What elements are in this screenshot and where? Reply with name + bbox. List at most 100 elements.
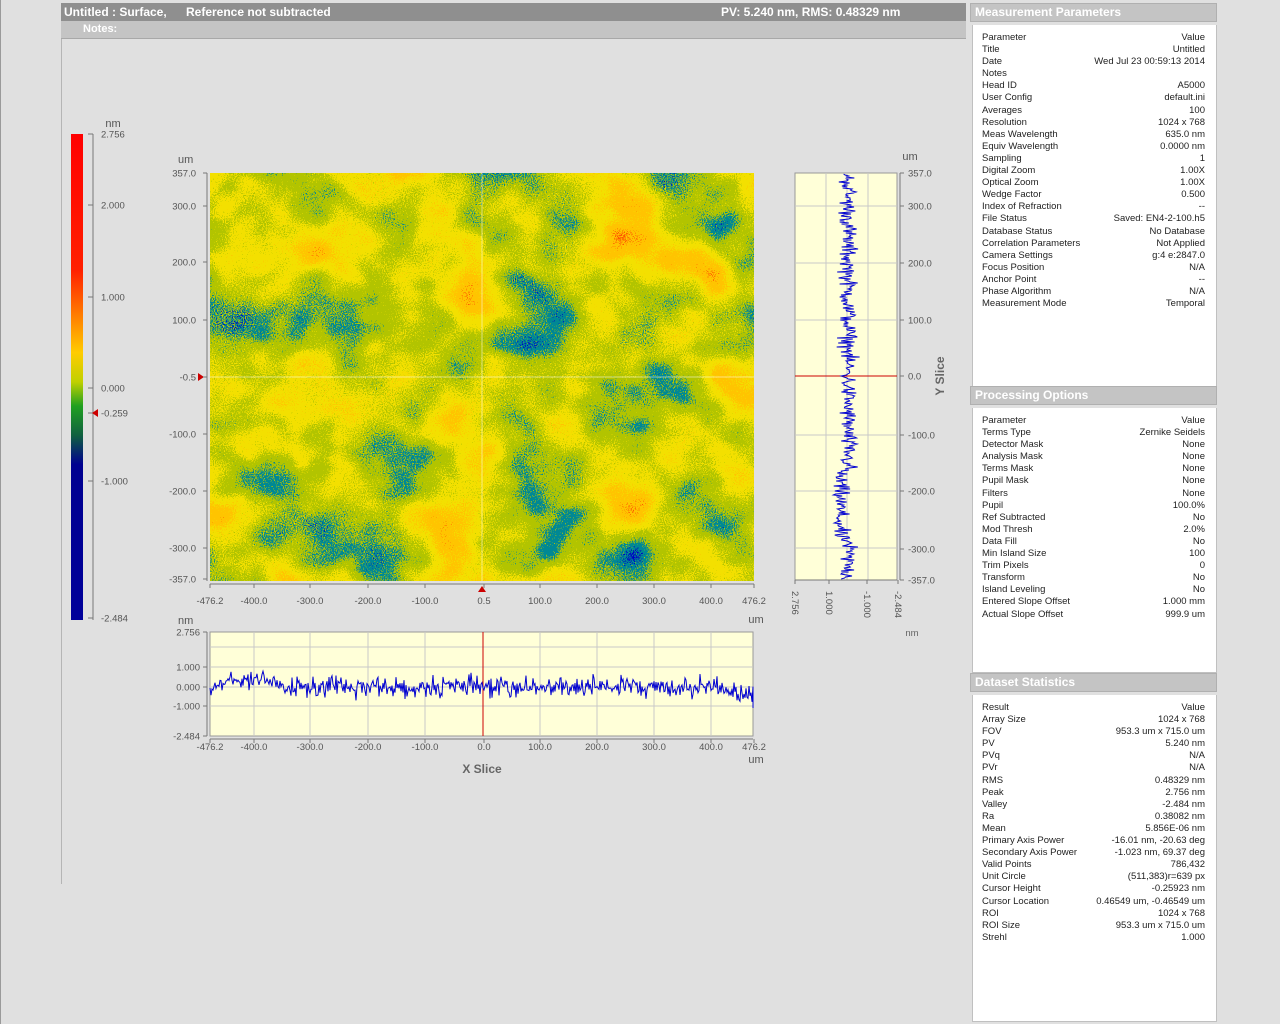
- table-row[interactable]: Date Wed Jul 23 00:59:13 2014: [973, 56, 1216, 68]
- table-row[interactable]: Camera Settings g:4 e:2847.0: [973, 250, 1216, 262]
- processing-options-table[interactable]: Parameter Value Terms Type Zernike Seidel…: [972, 408, 1217, 673]
- measurement-parameters-table[interactable]: Parameter Value Title Untitled Date Wed Jul…: [972, 25, 1217, 388]
- row-parameter: Min Island Size: [982, 548, 1047, 560]
- row-value: None: [1182, 451, 1205, 463]
- table-row[interactable]: Wedge Factor 0.500: [973, 189, 1216, 201]
- table-row[interactable]: Database Status No Database: [973, 226, 1216, 238]
- table-row[interactable]: Min Island Size 100: [973, 548, 1216, 560]
- row-value: N/A: [1189, 261, 1205, 273]
- row-value: Saved: EN4-2-100.h5: [1113, 213, 1205, 225]
- map-y-tick-label: 100.0: [172, 316, 196, 327]
- yslice-value-tick-label: 2.756: [789, 591, 800, 615]
- table-row[interactable]: Detector Mask None: [973, 439, 1216, 451]
- row-value: Zernike Seidels: [1139, 427, 1205, 439]
- row-value: 635.0 nm: [1165, 128, 1205, 140]
- table-row[interactable]: Island Leveling No: [973, 584, 1216, 596]
- table-row[interactable]: Index of Refraction --: [973, 201, 1216, 213]
- row-value: No: [1192, 535, 1205, 547]
- table-row[interactable]: Filters None: [973, 488, 1216, 500]
- row-value: 5.240 nm: [1165, 738, 1205, 750]
- table-row[interactable]: RMS 0.48329 nm: [973, 775, 1216, 787]
- table-row[interactable]: Notes: [973, 68, 1216, 80]
- yslice-y-tick-label: -200.0: [908, 487, 935, 498]
- yslice-value-tick-label: -2.484: [892, 591, 903, 618]
- xslice-unit-bottom-right: um: [748, 754, 763, 766]
- table-row[interactable]: FOV 953.3 um x 715.0 um: [973, 726, 1216, 738]
- table-row[interactable]: Terms Mask None: [973, 463, 1216, 475]
- table-row[interactable]: ROI 1024 x 768: [973, 908, 1216, 920]
- table-row[interactable]: PVq N/A: [973, 750, 1216, 762]
- xslice-x-tick-label: -300.0: [297, 742, 324, 753]
- row-value: 1024 x 768: [1157, 907, 1205, 919]
- xslice-value-tick-label: 2.756: [176, 628, 200, 639]
- table-row[interactable]: User Config default.ini: [973, 92, 1216, 104]
- table-row[interactable]: Secondary Axis Power -1.023 nm, 69.37 deg: [973, 847, 1216, 859]
- row-parameter: Digital Zoom: [982, 165, 1036, 177]
- table-row[interactable]: Averages 100: [973, 105, 1216, 117]
- table-row[interactable]: Data Fill No: [973, 536, 1216, 548]
- table-row[interactable]: Analysis Mask None: [973, 451, 1216, 463]
- yslice-y-tick-label: -300.0: [908, 545, 935, 556]
- table-row[interactable]: Ref Subtracted No: [973, 512, 1216, 524]
- map-x-cursor-marker[interactable]: [478, 586, 486, 592]
- table-row[interactable]: Equiv Wavelength 0.0000 nm: [973, 141, 1216, 153]
- table-row[interactable]: Actual Slope Offset 999.9 um: [973, 609, 1216, 621]
- table-row[interactable]: Title Untitled: [973, 44, 1216, 56]
- row-parameter: Ref Subtracted: [982, 511, 1046, 523]
- table-row[interactable]: Ra 0.38082 nm: [973, 811, 1216, 823]
- table-row[interactable]: Focus Position N/A: [973, 262, 1216, 274]
- table-row[interactable]: Entered Slope Offset 1.000 mm: [973, 596, 1216, 608]
- table-row[interactable]: Pupil 100.0%: [973, 500, 1216, 512]
- row-value: None: [1182, 463, 1205, 475]
- table-row[interactable]: Peak 2.756 nm: [973, 787, 1216, 799]
- table-row[interactable]: Trim Pixels 0: [973, 560, 1216, 572]
- row-parameter: Index of Refraction: [982, 201, 1062, 213]
- table-row[interactable]: File Status Saved: EN4-2-100.h5: [973, 213, 1216, 225]
- row-value: g:4 e:2847.0: [1152, 249, 1205, 261]
- row-value: None: [1182, 439, 1205, 451]
- colorbar-unit: nm: [105, 118, 120, 130]
- table-row[interactable]: Phase Algorithm N/A: [973, 286, 1216, 298]
- table-row[interactable]: PV 5.240 nm: [973, 738, 1216, 750]
- xslice-unit-left: nm: [178, 615, 193, 627]
- table-row[interactable]: ROI Size 953.3 um x 715.0 um: [973, 920, 1216, 932]
- yslice-y-tick-label: 357.0: [908, 169, 932, 180]
- table-row[interactable]: Valid Points 786,432: [973, 859, 1216, 871]
- table-row[interactable]: Transform No: [973, 572, 1216, 584]
- yslice-y-tick-label: 100.0: [908, 316, 932, 327]
- dataset-statistics-table[interactable]: Result Value Array Size 1024 x 768 FOV 953.…: [972, 695, 1217, 1022]
- table-row[interactable]: Unit Circle (511,383)r=639 px: [973, 871, 1216, 883]
- row-value: --: [1198, 201, 1205, 213]
- table-row[interactable]: Resolution 1024 x 768: [973, 117, 1216, 129]
- table-row[interactable]: Pupil Mask None: [973, 475, 1216, 487]
- table-row[interactable]: Digital Zoom 1.00X: [973, 165, 1216, 177]
- table-row[interactable]: Head ID A5000: [973, 80, 1216, 92]
- table-row[interactable]: Valley -2.484 nm: [973, 799, 1216, 811]
- row-parameter: PVq: [982, 750, 1000, 762]
- table-row[interactable]: Measurement Mode Temporal: [973, 298, 1216, 310]
- xslice-x-tick-label: -476.2: [197, 742, 224, 753]
- row-value: -2.484 nm: [1162, 798, 1205, 810]
- row-value: 0.38082 nm: [1154, 810, 1205, 822]
- table-row[interactable]: PVr N/A: [973, 762, 1216, 774]
- row-value: Wed Jul 23 00:59:13 2014: [1094, 56, 1205, 68]
- table-row[interactable]: Sampling 1: [973, 153, 1216, 165]
- table-row[interactable]: Anchor Point --: [973, 274, 1216, 286]
- table-row[interactable]: Array Size 1024 x 768: [973, 714, 1216, 726]
- table-row[interactable]: Mod Thresh 2.0%: [973, 524, 1216, 536]
- table-row[interactable]: Strehl 1.000: [973, 932, 1216, 944]
- table-row[interactable]: Cursor Height -0.25923 nm: [973, 883, 1216, 895]
- table-row[interactable]: Mean 5.856E-06 nm: [973, 823, 1216, 835]
- row-parameter: Entered Slope Offset: [982, 596, 1071, 608]
- row-parameter: Sampling: [982, 152, 1022, 164]
- row-value: --: [1198, 273, 1205, 285]
- table-row[interactable]: Cursor Location 0.46549 um, -0.46549 um: [973, 896, 1216, 908]
- row-parameter: Peak: [982, 786, 1004, 798]
- row-parameter: Detector Mask: [982, 439, 1044, 451]
- table-row[interactable]: Correlation Parameters Not Applied: [973, 238, 1216, 250]
- table-row[interactable]: Primary Axis Power -16.01 nm, -20.63 deg: [973, 835, 1216, 847]
- table-row[interactable]: Optical Zoom 1.00X: [973, 177, 1216, 189]
- table-header-row: Parameter Value: [982, 415, 1205, 426]
- table-row[interactable]: Meas Wavelength 635.0 nm: [973, 129, 1216, 141]
- table-row[interactable]: Terms Type Zernike Seidels: [973, 427, 1216, 439]
